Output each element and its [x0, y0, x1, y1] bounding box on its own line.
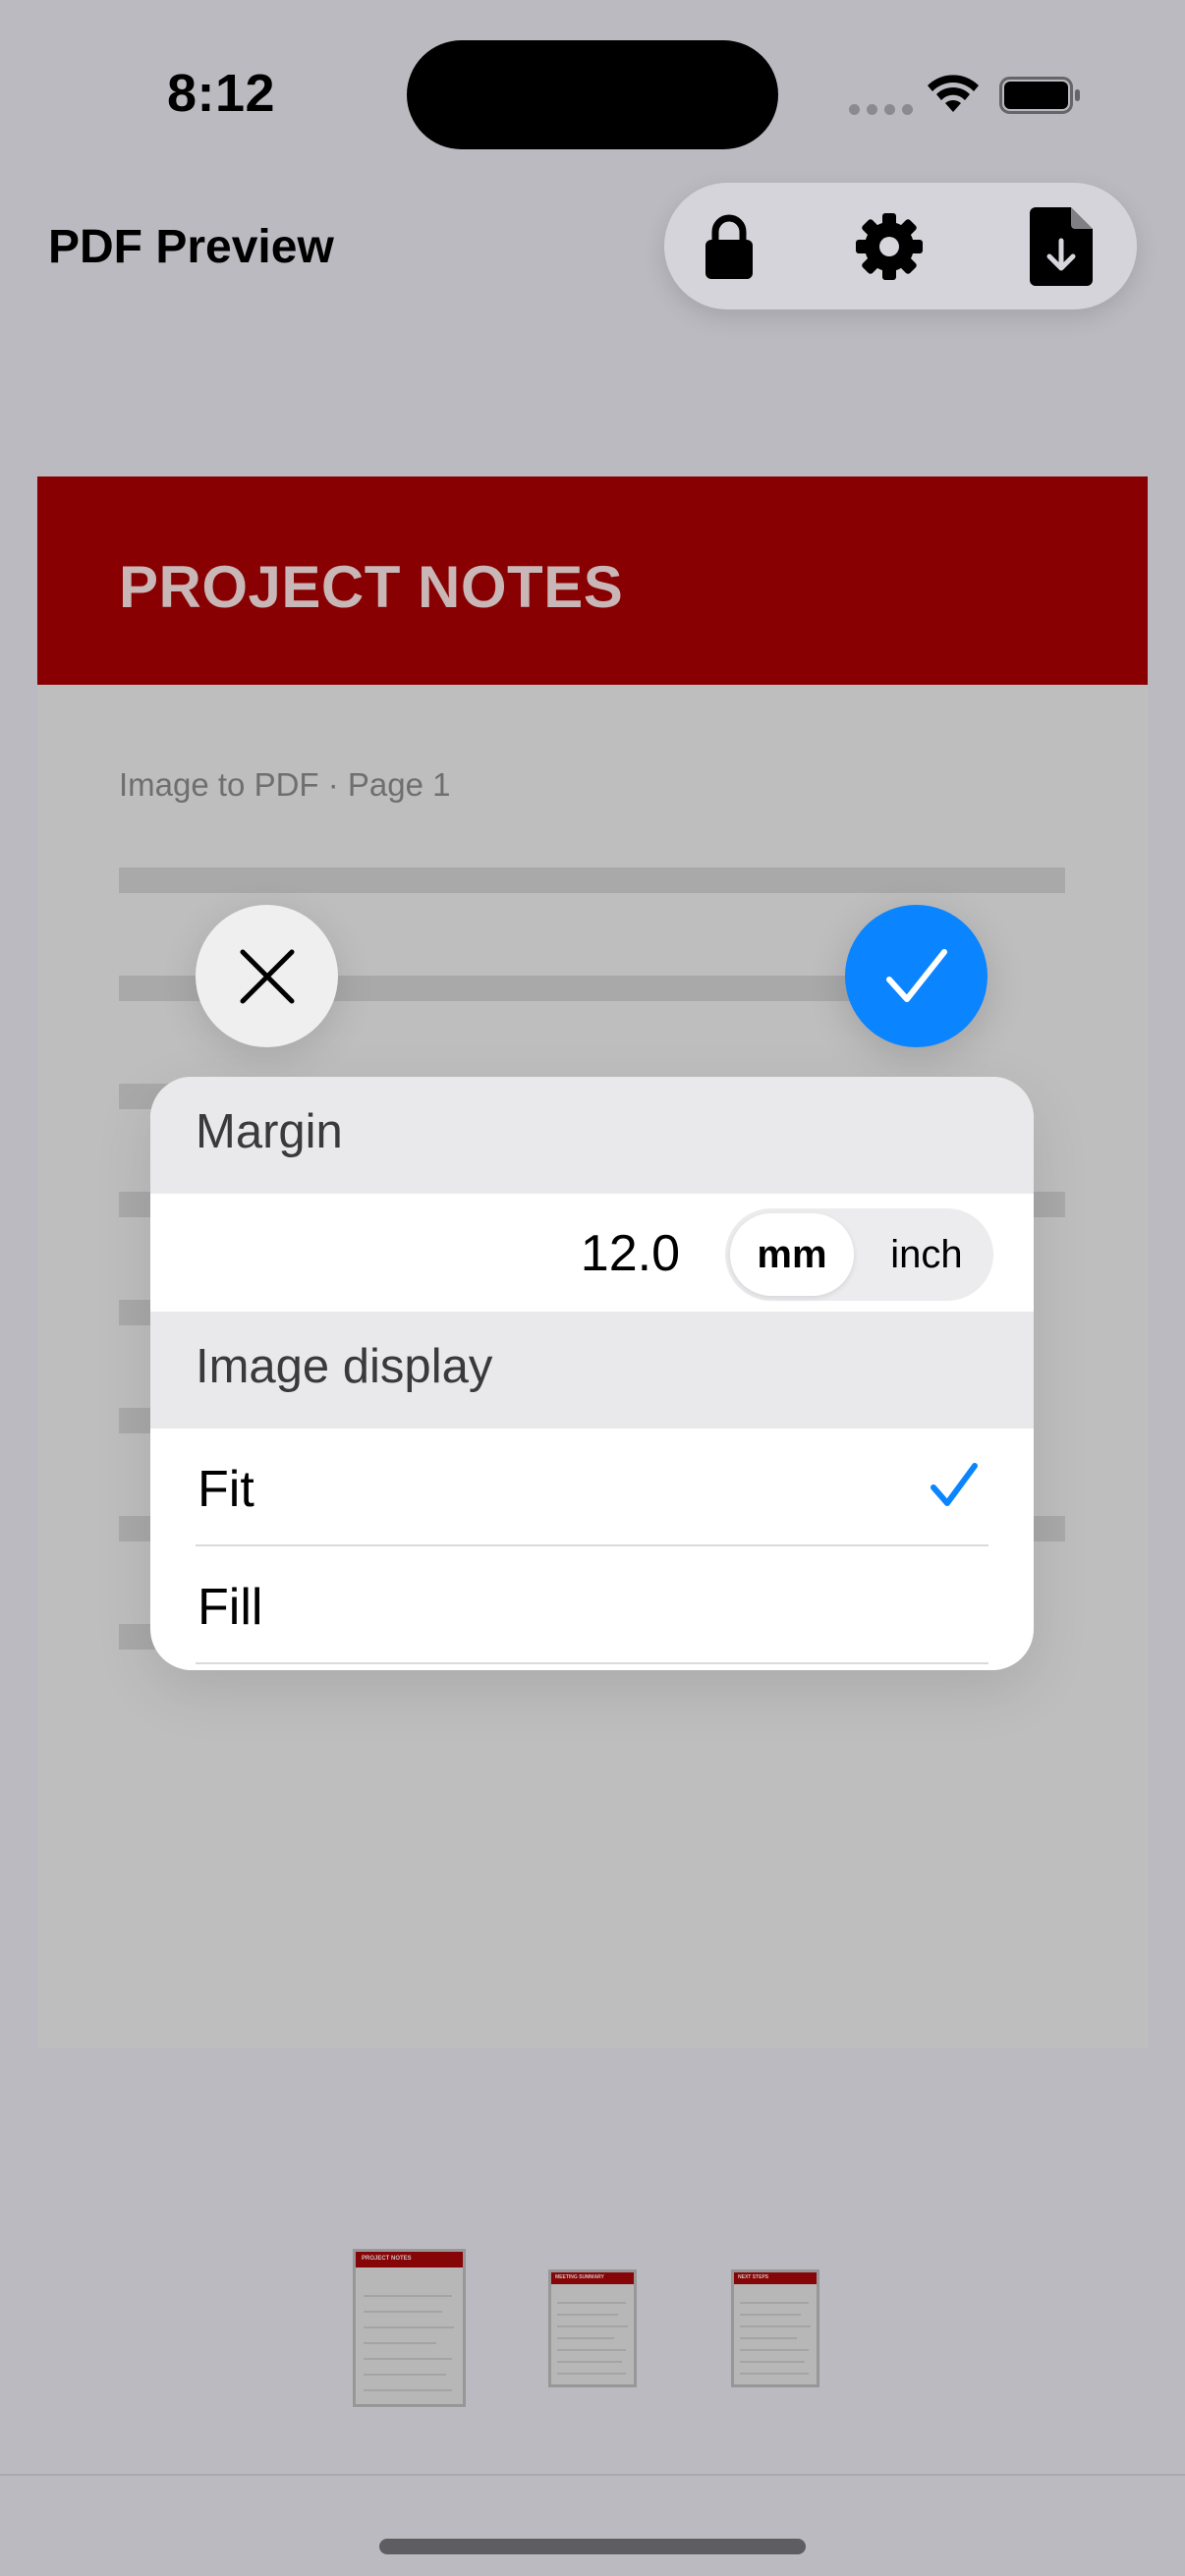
cellular-signal-icon: [849, 104, 913, 115]
gear-icon: [856, 212, 923, 280]
image-display-header-label: Image display: [196, 1340, 493, 1393]
option-row-fit[interactable]: Fit: [150, 1428, 1034, 1546]
option-row-fill[interactable]: Fill: [150, 1546, 1034, 1664]
close-icon: [240, 949, 294, 1003]
lock-button[interactable]: [670, 183, 788, 309]
dynamic-island: [407, 40, 778, 149]
status-time: 8:12: [167, 64, 276, 123]
document-subtitle: Image to PDF · Page 1: [119, 766, 451, 803]
bottom-divider: [0, 2474, 1185, 2476]
cancel-button[interactable]: [196, 905, 338, 1047]
page-thumbnail-2[interactable]: MEETING SUMMARY: [548, 2269, 637, 2387]
selected-checkmark-icon: [931, 1463, 978, 1506]
settings-button[interactable]: [830, 183, 948, 309]
option-label-fit: Fit: [198, 1461, 254, 1518]
lock-icon: [705, 214, 753, 279]
battery-icon: [999, 77, 1080, 114]
unit-option-mm[interactable]: mm: [730, 1213, 854, 1296]
thumbnail-title: NEXT STEPS: [738, 2274, 769, 2280]
home-indicator[interactable]: [379, 2539, 806, 2554]
page-settings-popover: Margin 12.0 mm inch Image display Fit Fi…: [150, 1077, 1034, 1670]
wifi-icon: [928, 75, 979, 112]
margin-section-header: Margin: [150, 1077, 1034, 1194]
confirm-button[interactable]: [845, 905, 988, 1047]
page-thumbnail-1[interactable]: PROJECT NOTES: [353, 2249, 466, 2407]
document-header: PROJECT NOTES: [37, 476, 1148, 685]
margin-value-field[interactable]: 12.0: [581, 1224, 680, 1283]
image-display-section-header: Image display: [150, 1312, 1034, 1428]
export-pdf-button[interactable]: [1002, 183, 1120, 309]
checkmark-icon: [885, 948, 947, 1002]
thumbnail-title: PROJECT NOTES: [362, 2256, 412, 2262]
row-separator: [196, 1662, 988, 1664]
page-title: PDF Preview: [48, 221, 334, 273]
margin-header-label: Margin: [196, 1105, 343, 1158]
text-line-placeholder: [119, 868, 1065, 893]
thumbnail-title: MEETING SUMMARY: [555, 2274, 604, 2280]
file-download-icon: [1030, 206, 1093, 286]
unit-option-inch[interactable]: inch: [865, 1213, 988, 1296]
page-thumbnail-3[interactable]: NEXT STEPS: [731, 2269, 819, 2387]
toolbar-pill: [664, 183, 1137, 309]
document-title: PROJECT NOTES: [119, 554, 624, 620]
option-label-fill: Fill: [198, 1579, 263, 1636]
unit-segmented-control: mm inch: [725, 1208, 993, 1301]
